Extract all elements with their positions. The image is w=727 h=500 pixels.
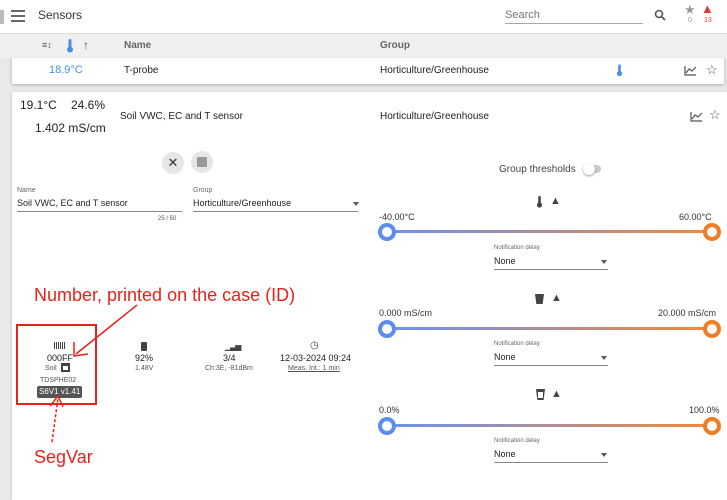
thermometer-icon bbox=[536, 196, 543, 208]
notification-delay-label: Notification delay bbox=[494, 245, 540, 251]
sensor-name: Soil VWC, EC and T sensor bbox=[120, 111, 244, 122]
group-thresholds-toggle[interactable] bbox=[583, 163, 601, 175]
notification-delay-label: Notification delay bbox=[494, 341, 540, 347]
temp-slider-track[interactable] bbox=[387, 230, 712, 233]
ec-min-handle[interactable] bbox=[378, 320, 396, 338]
temp-max: 60.00°C bbox=[679, 212, 712, 222]
group-select[interactable]: Horticulture/Greenhouse bbox=[193, 198, 291, 208]
menu-icon[interactable] bbox=[11, 10, 25, 22]
temp-max-handle[interactable] bbox=[703, 223, 721, 241]
temp-min-handle[interactable] bbox=[378, 223, 396, 241]
temp-min: -40.00°C bbox=[379, 212, 415, 222]
chart-icon[interactable] bbox=[690, 111, 703, 122]
alerts-count: 13 bbox=[704, 17, 712, 24]
sensor-humidity: 24.6% bbox=[71, 98, 106, 112]
ec-slider-track[interactable] bbox=[387, 327, 712, 330]
search-input[interactable] bbox=[505, 7, 643, 24]
vwc-max: 100.0% bbox=[689, 405, 720, 415]
row-temperature: 18.9°C bbox=[49, 64, 83, 76]
row-group: Horticulture/Greenhouse bbox=[380, 65, 489, 76]
top-bar: Sensors ★ 0 ▲ 13 bbox=[0, 0, 727, 34]
favorites-count: 0 bbox=[688, 17, 692, 24]
vwc-max-handle[interactable] bbox=[703, 417, 721, 435]
sensor-group: Horticulture/Greenhouse bbox=[380, 111, 489, 122]
group-thresholds-label: Group thresholds bbox=[499, 164, 576, 175]
group-field-label: Group bbox=[193, 187, 213, 194]
sort-ascending-icon[interactable]: ↑ bbox=[83, 38, 89, 52]
warning-icon: ▲ bbox=[551, 388, 562, 400]
name-field-label: Name bbox=[17, 187, 36, 194]
vwc-min: 0.0% bbox=[379, 405, 400, 415]
chevron-down-icon[interactable] bbox=[601, 453, 607, 457]
column-group[interactable]: Group bbox=[380, 40, 410, 51]
row-name: T-probe bbox=[124, 65, 159, 76]
cup-icon bbox=[535, 294, 544, 304]
annotation-arrow bbox=[73, 304, 138, 357]
segvar-annotation: SegVar bbox=[34, 447, 93, 467]
ec-delay-select[interactable]: None bbox=[494, 352, 516, 362]
name-field[interactable]: Soil VWC, EC and T sensor bbox=[17, 198, 128, 208]
ec-min: 0.000 mS/cm bbox=[379, 308, 433, 318]
search-icon[interactable] bbox=[654, 9, 666, 21]
signal-strength: 3/4 bbox=[223, 353, 236, 363]
chevron-down-icon[interactable] bbox=[353, 202, 359, 206]
name-char-counter: 25 / 50 bbox=[158, 216, 177, 222]
table-row[interactable]: 18.9°C T-probe Horticulture/Greenhouse ☆ bbox=[12, 58, 724, 84]
favorite-star-icon[interactable]: ☆ bbox=[706, 62, 718, 78]
notification-delay-label: Notification delay bbox=[494, 438, 540, 444]
last-measurement-time: 12-03-2024 09:24 bbox=[280, 353, 352, 363]
chart-icon[interactable] bbox=[684, 65, 697, 76]
vwc-delay-select[interactable]: None bbox=[494, 449, 516, 459]
signal-icon: ▁▃▅ bbox=[225, 342, 242, 351]
collapse-handle-icon[interactable] bbox=[0, 10, 4, 24]
save-icon bbox=[197, 157, 207, 167]
sensor-detail-card: 19.1°C 24.6% 1.402 mS/cm Soil VWC, EC an… bbox=[12, 92, 727, 500]
chevron-down-icon[interactable] bbox=[601, 260, 607, 264]
ec-max-handle[interactable] bbox=[703, 320, 721, 338]
warning-icon: ▲ bbox=[551, 292, 562, 304]
ec-max: 20.000 mS/cm bbox=[658, 308, 717, 318]
column-name[interactable]: Name bbox=[124, 40, 151, 51]
history-icon: ◷ bbox=[310, 340, 319, 351]
favorites-star-icon[interactable]: ★ bbox=[684, 2, 696, 18]
chevron-down-icon[interactable] bbox=[601, 356, 607, 360]
warning-icon: ▲ bbox=[550, 195, 561, 207]
battery-voltage: 1.48V bbox=[135, 365, 154, 372]
save-button[interactable] bbox=[191, 151, 213, 173]
table-header: ≡↕ ↑ Name Group bbox=[0, 34, 727, 58]
sensor-ec: 1.402 mS/cm bbox=[35, 121, 106, 135]
sort-order-icon[interactable]: ≡↕ bbox=[42, 40, 52, 50]
page-title: Sensors bbox=[38, 8, 83, 22]
measurement-interval: Meas. Int.: 1 min bbox=[288, 365, 340, 372]
vwc-cup-icon bbox=[536, 389, 545, 400]
temp-delay-select[interactable]: None bbox=[494, 256, 516, 266]
sensor-temperature: 19.1°C bbox=[20, 98, 57, 112]
favorite-star-icon[interactable]: ☆ bbox=[709, 107, 721, 123]
cancel-button[interactable]: ✕ bbox=[162, 152, 184, 174]
vwc-min-handle[interactable] bbox=[378, 417, 396, 435]
thermometer-icon bbox=[616, 64, 623, 77]
vwc-slider-track[interactable] bbox=[387, 424, 712, 427]
thermometer-icon[interactable] bbox=[66, 39, 74, 53]
signal-detail: Ch:3E, -81dBm bbox=[205, 365, 253, 372]
alert-warning-icon[interactable]: ▲ bbox=[701, 1, 714, 16]
annotation-arrow bbox=[49, 394, 64, 443]
